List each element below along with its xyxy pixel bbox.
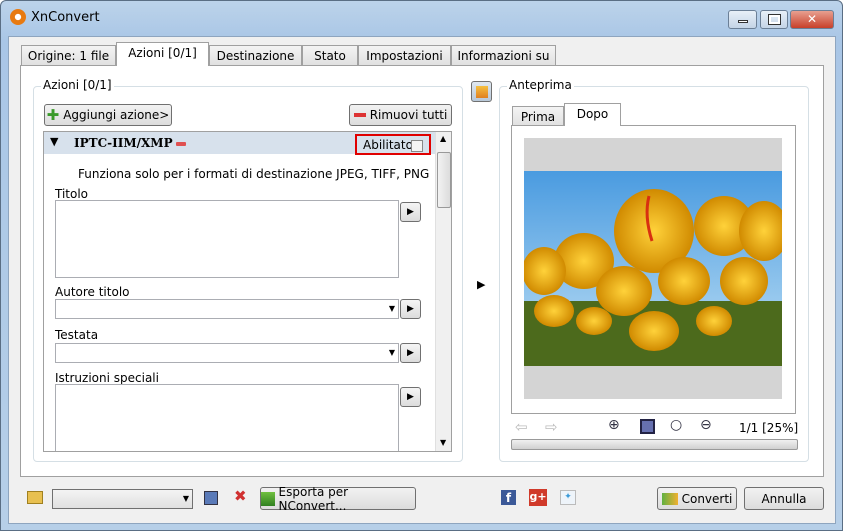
tab-stato[interactable]: Stato [302,45,358,66]
enabled-checkbox[interactable] [411,140,423,152]
cancel-label: Annulla [761,491,807,506]
enabled-checkbox-container[interactable]: Abilitato [355,134,431,155]
preview-horizontal-scrollbar[interactable] [511,439,798,450]
export-icon [261,491,275,506]
tab-azioni[interactable]: Azioni [0/1] [116,42,209,66]
export-label: Esporta per NConvert... [278,484,349,513]
scrollbar-thumb[interactable] [437,152,451,208]
title-author-combo[interactable]: ▼ [55,299,399,319]
convert-button[interactable]: Converti [657,487,737,510]
action-list: ▼ IPTC-IIM/XMP Abilitato Funziona solo p… [43,131,452,452]
vertical-scrollbar[interactable]: ▲ ▼ [435,132,451,451]
format-note: Funziona solo per i formati di destinazi… [78,167,430,181]
export-nconvert-button[interactable]: Esporta per NConvert... [260,484,416,513]
scroll-down-icon[interactable]: ▼ [440,438,446,447]
scroll-up-icon[interactable]: ▲ [440,134,446,143]
title-label: Titolo [55,187,89,201]
twitter-icon[interactable]: ✦ [560,490,576,505]
google-plus-icon[interactable]: g+ [529,489,547,506]
xnconvert-logo-icon [10,9,26,25]
title-author-insert-button[interactable]: ▶ [400,299,421,319]
tulips-preview-image [524,171,782,366]
title-insert-button[interactable]: ▶ [400,202,421,222]
window-title: XnConvert [31,10,100,25]
fit-to-window-icon[interactable] [640,419,655,434]
zoom-in-icon[interactable]: ⊕ [608,417,620,433]
previous-arrow-icon[interactable]: ⇦ [515,418,528,436]
tab-informazioni[interactable]: Informazioni su [451,45,556,66]
actions-group-title: Azioni [0/1] [41,78,114,92]
preview-canvas [524,138,782,399]
remove-all-button[interactable]: Rimuovi tutti [349,104,452,126]
headline-combo[interactable]: ▼ [55,343,399,363]
zoom-actual-icon[interactable]: ○ [670,417,682,433]
minimize-button[interactable] [728,10,757,29]
tab-impostazioni[interactable]: Impostazioni [358,45,451,66]
preset-combo[interactable]: ▼ [52,489,193,509]
tab-after[interactable]: Dopo [564,103,621,126]
add-action-label: Aggiungi azione> [63,108,170,122]
convert-label: Converti [681,491,733,506]
tab-origine[interactable]: Origine: 1 file [21,45,116,66]
image-icon [475,85,488,98]
tab-before[interactable]: Prima [512,106,564,126]
close-button[interactable]: ✕ [790,10,834,29]
convert-icon [661,492,678,505]
chevron-down-icon: ▼ [388,304,395,313]
remove-all-label: Rimuovi tutti [369,108,448,122]
facebook-icon[interactable]: f [501,490,516,505]
headline-insert-button[interactable]: ▶ [400,343,421,363]
preview-toggle-button[interactable] [471,81,492,102]
chevron-down-icon: ▼ [182,494,189,503]
remove-action-icon[interactable] [176,142,186,146]
add-action-button[interactable]: ✚ Aggiungi azione> [44,104,172,126]
app-window: XnConvert ✕ Origine: 1 file Azioni [0/1]… [0,0,843,531]
toggle-preview-arrow-icon[interactable]: ▶ [477,278,485,291]
title-author-label: Autore titolo [55,285,130,299]
special-instructions-insert-button[interactable]: ▶ [400,387,421,407]
title-textarea[interactable] [55,200,399,278]
headline-label: Testata [55,328,99,342]
next-arrow-icon[interactable]: ⇨ [545,418,558,436]
preview-group-title: Anteprima [507,78,574,92]
collapse-icon[interactable]: ▼ [50,135,58,148]
page-zoom-info: 1/1 [25%] [739,421,799,435]
zoom-out-icon[interactable]: ⊖ [700,417,712,433]
delete-icon[interactable]: ✖ [234,487,247,505]
chevron-down-icon: ▼ [388,348,395,357]
action-name: IPTC-IIM/XMP [74,136,173,150]
special-instructions-label: Istruzioni speciali [55,371,159,385]
tab-destinazione[interactable]: Destinazione [209,45,302,66]
add-icon: ✚ [46,106,60,124]
maximize-button[interactable] [760,10,788,29]
enabled-label: Abilitato [363,138,413,152]
cancel-button[interactable]: Annulla [744,487,824,510]
save-icon[interactable] [204,491,218,505]
remove-icon [353,113,366,117]
open-folder-icon[interactable] [27,491,43,504]
special-instructions-textarea[interactable] [55,384,399,451]
